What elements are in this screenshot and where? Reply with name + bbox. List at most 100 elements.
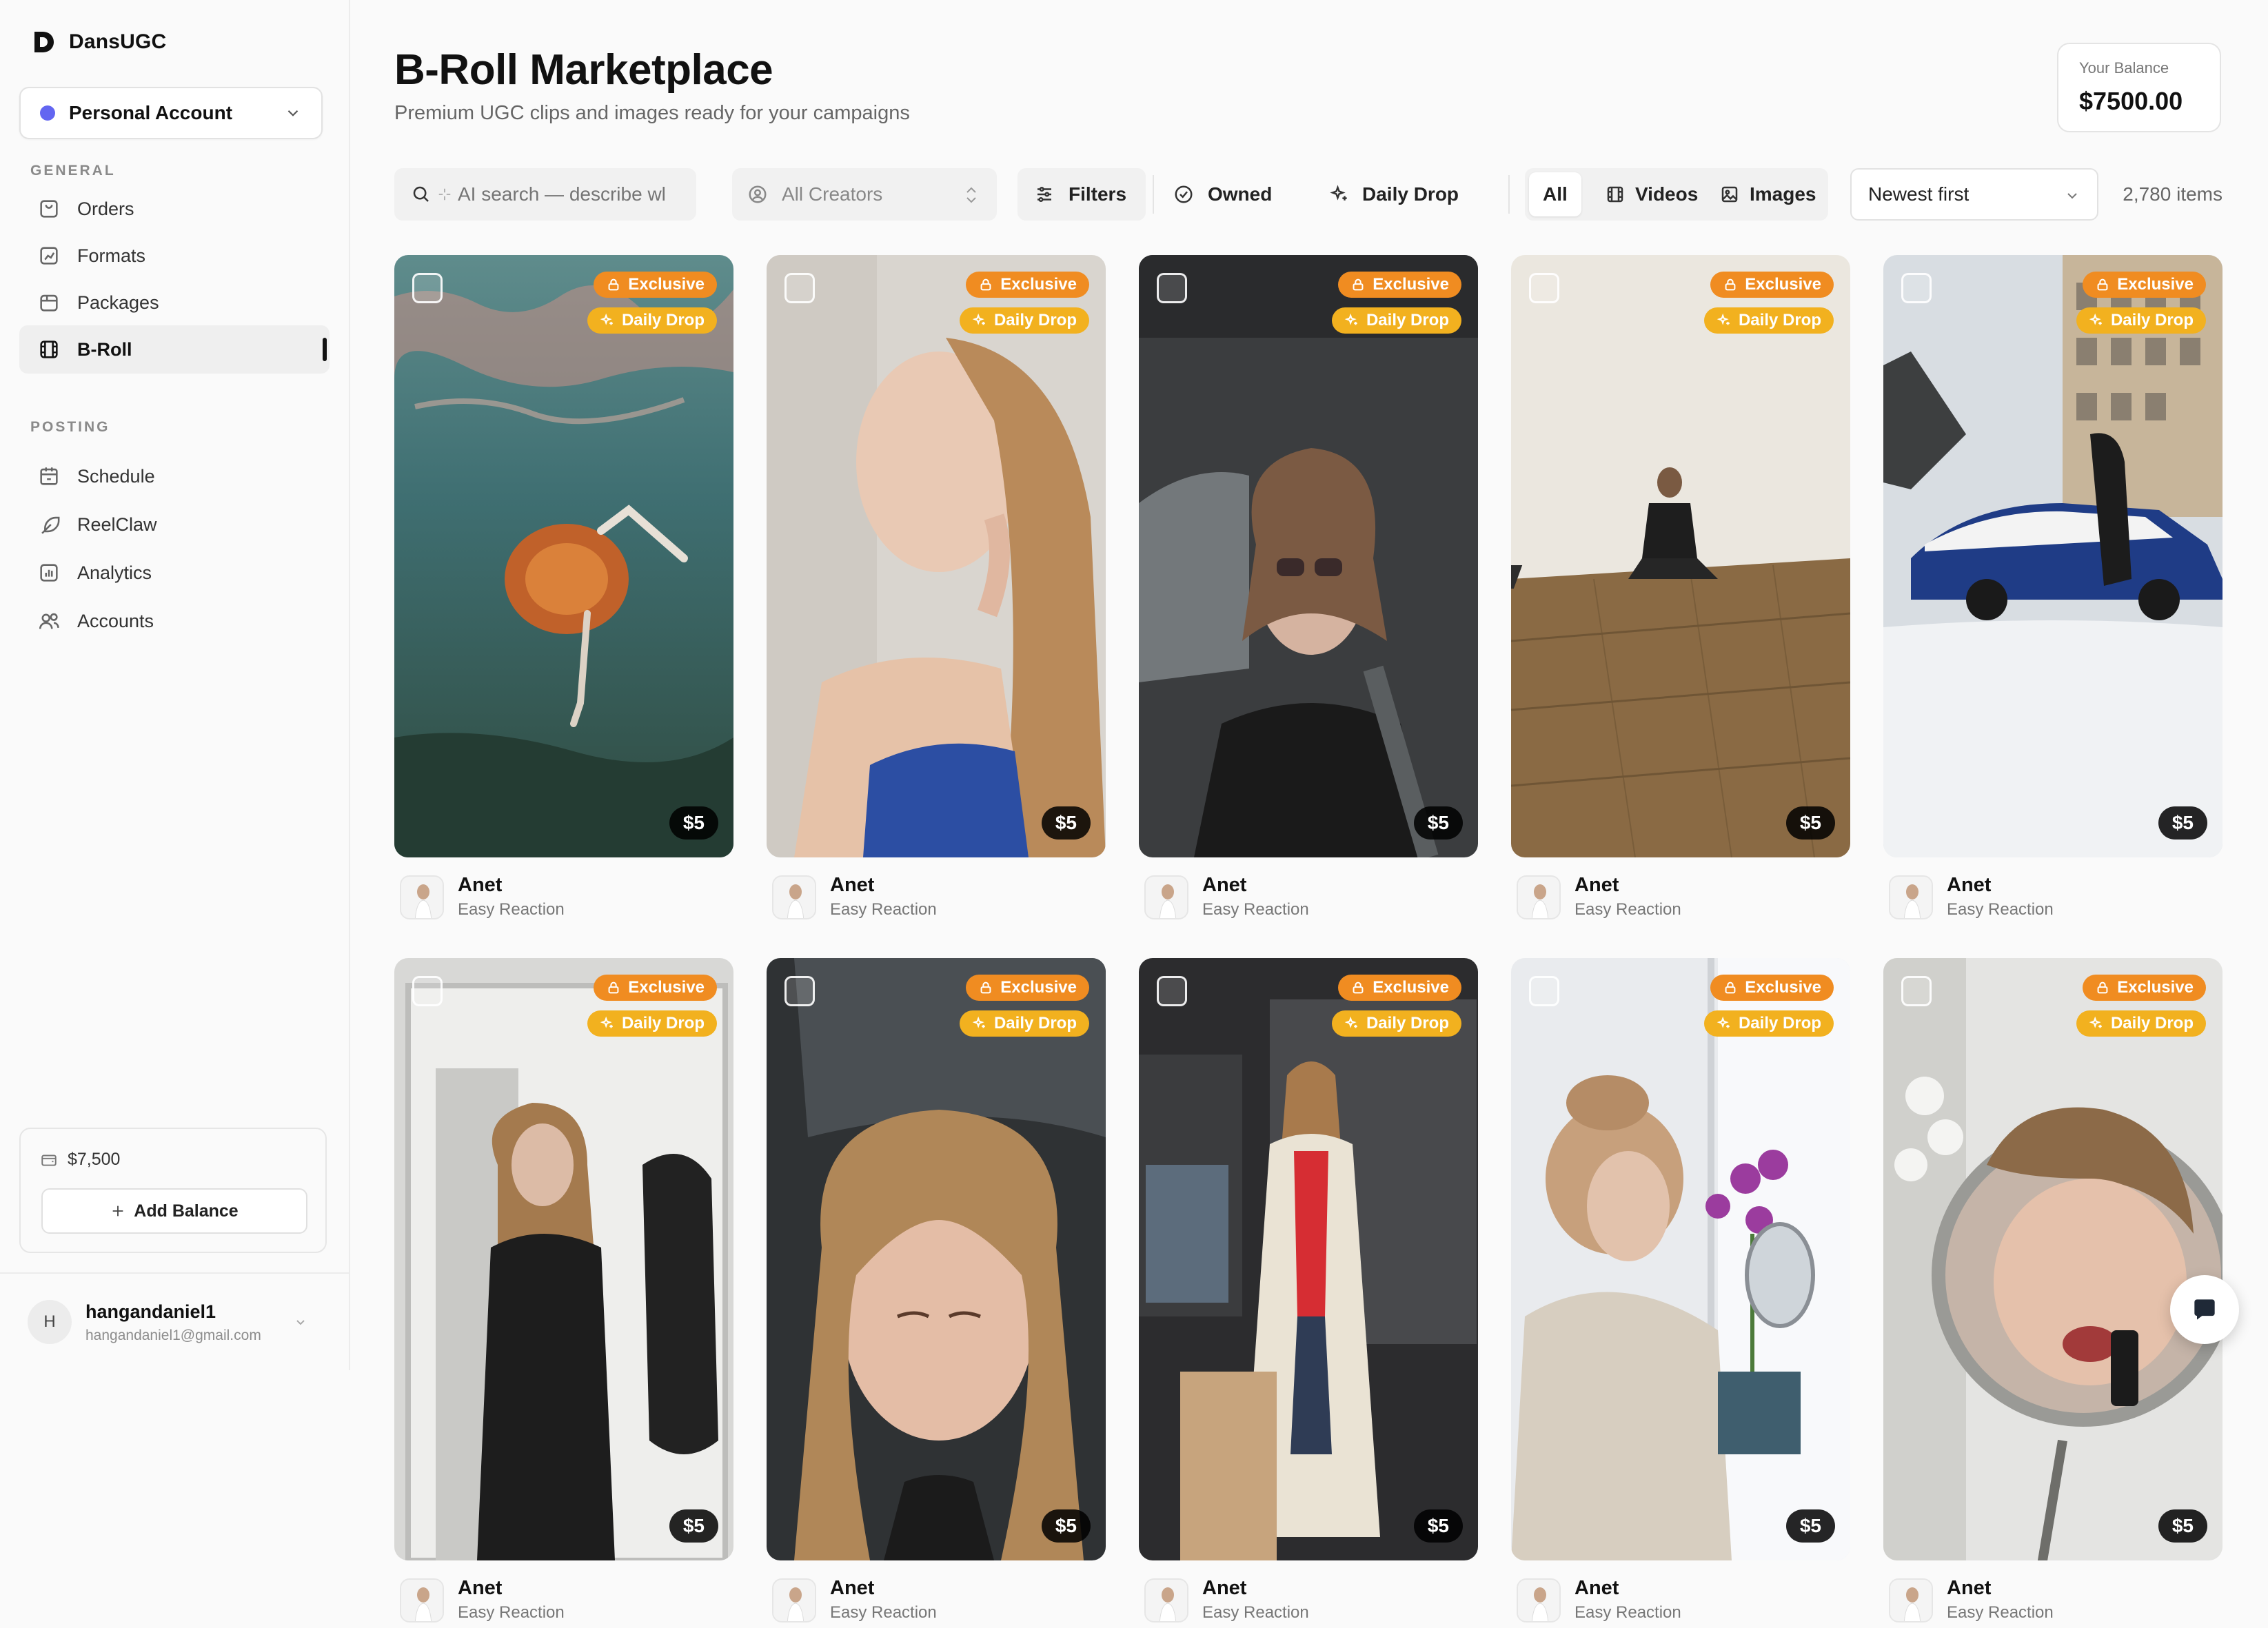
creator-format: Easy Reaction: [1202, 1603, 1309, 1622]
creator-avatar[interactable]: [772, 875, 816, 919]
select-checkbox[interactable]: [1529, 976, 1559, 1006]
badge-label: Daily Drop: [2110, 311, 2194, 329]
creator-name[interactable]: Anet: [1202, 1577, 1246, 1600]
select-checkbox[interactable]: [1157, 976, 1187, 1006]
broll-thumbnail[interactable]: Exclusive Daily Drop $5: [1883, 255, 2223, 857]
sidebar-item-formats[interactable]: Formats: [19, 232, 330, 280]
chevron-updown-icon: [966, 187, 976, 203]
creator-name[interactable]: Anet: [1947, 1577, 1991, 1600]
price-badge: $5: [1041, 806, 1091, 840]
type-images-button[interactable]: Images: [1705, 172, 1830, 216]
card-meta: Anet Easy Reaction: [400, 1576, 731, 1628]
broll-thumbnail[interactable]: Exclusive Daily Drop $5: [767, 958, 1106, 1560]
price-badge: $5: [1413, 1509, 1463, 1543]
daily-drop-badge: Daily Drop: [959, 1010, 1089, 1037]
badge-label: Exclusive: [1000, 275, 1077, 294]
sidebar-item-accounts[interactable]: Accounts: [19, 597, 330, 645]
broll-thumbnail[interactable]: Exclusive Daily Drop $5: [1511, 255, 1850, 857]
creator-name[interactable]: Anet: [1575, 874, 1619, 897]
broll-thumbnail[interactable]: Exclusive Daily Drop $5: [1883, 958, 2223, 1560]
creator-name[interactable]: Anet: [1947, 874, 1991, 897]
creator-avatar[interactable]: [772, 1578, 816, 1622]
sidebar-item-reelclaw[interactable]: ReelClaw: [19, 500, 330, 549]
lock-icon: [608, 278, 619, 291]
broll-thumbnail[interactable]: Exclusive Daily Drop $5: [394, 958, 733, 1560]
badge-label: Exclusive: [1000, 978, 1077, 997]
daily-drop-toggle[interactable]: Daily Drop: [1314, 168, 1493, 221]
creator-name[interactable]: Anet: [458, 874, 502, 897]
creator-name[interactable]: Anet: [830, 874, 874, 897]
type-all-button[interactable]: All: [1529, 172, 1581, 216]
bar-chart-icon: [40, 564, 58, 582]
broll-thumbnail[interactable]: Exclusive Daily Drop $5: [767, 255, 1106, 857]
creator-name[interactable]: Anet: [830, 1577, 874, 1600]
creator-format: Easy Reaction: [458, 1603, 565, 1622]
sidebar-item-b-roll[interactable]: B-Roll: [19, 325, 330, 374]
creator-avatar-image: [1146, 1580, 1187, 1621]
lock-icon: [2097, 981, 2108, 994]
broll-thumbnail[interactable]: Exclusive Daily Drop $5: [394, 255, 733, 857]
creator-avatar[interactable]: [1144, 875, 1188, 919]
calendar-icon: [40, 467, 58, 485]
creator-avatar[interactable]: [1144, 1578, 1188, 1622]
creator-avatar[interactable]: [1889, 875, 1933, 919]
creator-name[interactable]: Anet: [458, 1577, 502, 1600]
sparkles-icon: [1717, 313, 1730, 325]
creator-avatar-image: [773, 877, 815, 918]
thumbnail-image: [767, 255, 1106, 857]
creators-select[interactable]: All Creators: [732, 168, 997, 221]
account-switcher[interactable]: Personal Account: [19, 87, 323, 139]
sparkles-icon: [972, 313, 985, 325]
brand[interactable]: DansUGC: [34, 30, 166, 54]
sidebar-item-orders[interactable]: Orders: [19, 185, 330, 233]
thumbnail-image: [1511, 958, 1850, 1560]
creator-avatar-image: [1518, 1580, 1559, 1621]
thumbnail-image: [394, 255, 733, 857]
sort-label: Newest first: [1868, 183, 1970, 205]
card-meta: Anet Easy Reaction: [1889, 873, 2220, 925]
broll-thumbnail[interactable]: Exclusive Daily Drop $5: [1139, 255, 1478, 857]
creator-name[interactable]: Anet: [1202, 874, 1246, 897]
user-menu[interactable]: H hangandaniel1 hangandaniel1@gmail.com: [0, 1272, 349, 1370]
sidebar-item-analytics[interactable]: Analytics: [19, 549, 330, 597]
badge-label: Exclusive: [2117, 275, 2194, 294]
chat-button[interactable]: [2170, 1275, 2239, 1344]
creator-avatar[interactable]: [1889, 1578, 1933, 1622]
creator-name[interactable]: Anet: [1575, 1577, 1619, 1600]
select-checkbox[interactable]: [1901, 976, 1932, 1006]
badge-label: Daily Drop: [2110, 1014, 2194, 1032]
creator-avatar[interactable]: [400, 875, 444, 919]
type-all-label: All: [1543, 183, 1568, 205]
creator-avatar[interactable]: [1517, 1578, 1561, 1622]
select-checkbox[interactable]: [1901, 273, 1932, 303]
select-checkbox[interactable]: [1157, 273, 1187, 303]
film-icon: [40, 340, 58, 358]
search-box[interactable]: [394, 168, 696, 221]
card-meta: Anet Easy Reaction: [1517, 1576, 1847, 1628]
select-checkbox[interactable]: [784, 273, 815, 303]
sidebar-item-schedule[interactable]: Schedule: [19, 452, 330, 500]
creator-format: Easy Reaction: [1575, 900, 1681, 919]
owned-toggle[interactable]: Owned: [1157, 168, 1302, 221]
sidebar-item-packages[interactable]: Packages: [19, 278, 330, 327]
section-title-general: GENERAL: [30, 163, 116, 179]
creator-avatar[interactable]: [1517, 875, 1561, 919]
select-checkbox[interactable]: [784, 976, 815, 1006]
select-checkbox[interactable]: [1529, 273, 1559, 303]
search-input[interactable]: [458, 183, 692, 205]
creator-avatar[interactable]: [400, 1578, 444, 1622]
broll-thumbnail[interactable]: Exclusive Daily Drop $5: [1139, 958, 1478, 1560]
lock-icon: [1353, 981, 1364, 994]
broll-thumbnail[interactable]: Exclusive Daily Drop $5: [1511, 958, 1850, 1560]
select-checkbox[interactable]: [412, 976, 443, 1006]
badge-label: Exclusive: [1373, 978, 1449, 997]
check-circle-icon: [1175, 185, 1193, 203]
type-videos-button[interactable]: Videos: [1591, 172, 1712, 216]
filters-button[interactable]: Filters: [1017, 168, 1146, 221]
daily-drop-badge: Daily Drop: [587, 1010, 717, 1037]
add-balance-button[interactable]: Add Balance: [41, 1188, 307, 1234]
select-checkbox[interactable]: [412, 273, 443, 303]
package-icon: [40, 294, 58, 312]
sort-select[interactable]: Newest first: [1850, 168, 2098, 221]
card-meta: Anet Easy Reaction: [1517, 873, 1847, 925]
